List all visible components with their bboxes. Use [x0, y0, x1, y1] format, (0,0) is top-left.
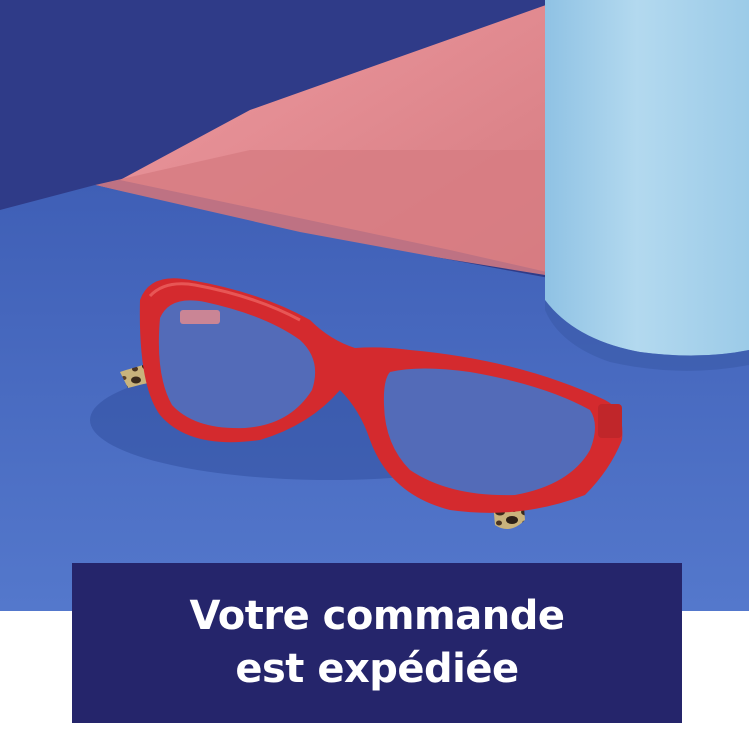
hinge-right [598, 404, 622, 438]
eyeglasses-illustration [0, 0, 749, 611]
shipping-status-banner: Votre commande est expédiée [72, 563, 682, 723]
banner-title-line-1: Votre commande [189, 593, 565, 639]
hinge-left [180, 310, 220, 324]
hero-photo [0, 0, 749, 611]
blue-cylinder [545, 0, 749, 356]
banner-title-line-2: est expédiée [235, 646, 519, 692]
order-shipped-email-header: Votre commande est expédiée [0, 0, 749, 754]
